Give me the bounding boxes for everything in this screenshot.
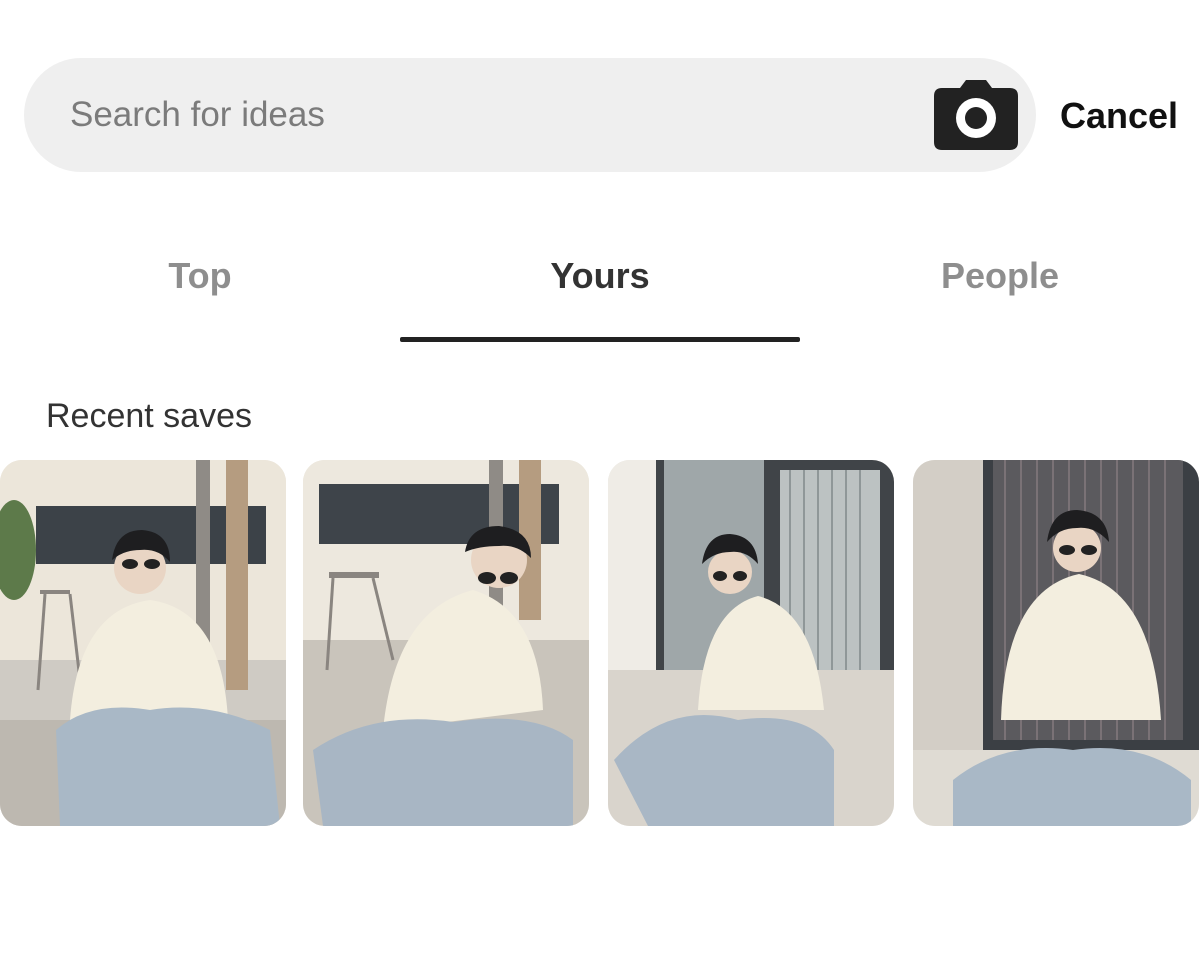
recent-saves-title: Recent saves bbox=[46, 397, 252, 435]
search-bar bbox=[24, 58, 1036, 172]
search-input[interactable] bbox=[70, 58, 910, 172]
recent-save-pin[interactable] bbox=[303, 460, 589, 826]
tab-top[interactable]: Top bbox=[0, 254, 400, 298]
recent-save-pin[interactable] bbox=[913, 460, 1199, 826]
camera-icon[interactable] bbox=[934, 80, 1018, 150]
cancel-button[interactable]: Cancel bbox=[1060, 92, 1178, 140]
recent-save-pin[interactable] bbox=[608, 460, 894, 826]
pin-image bbox=[0, 460, 286, 826]
tab-yours[interactable]: Yours bbox=[400, 254, 800, 298]
active-tab-indicator bbox=[400, 337, 800, 342]
recent-save-pin[interactable] bbox=[0, 460, 286, 826]
pin-image bbox=[913, 460, 1199, 826]
pin-image bbox=[608, 460, 894, 826]
pin-image bbox=[303, 460, 589, 826]
tab-people[interactable]: People bbox=[800, 254, 1200, 298]
